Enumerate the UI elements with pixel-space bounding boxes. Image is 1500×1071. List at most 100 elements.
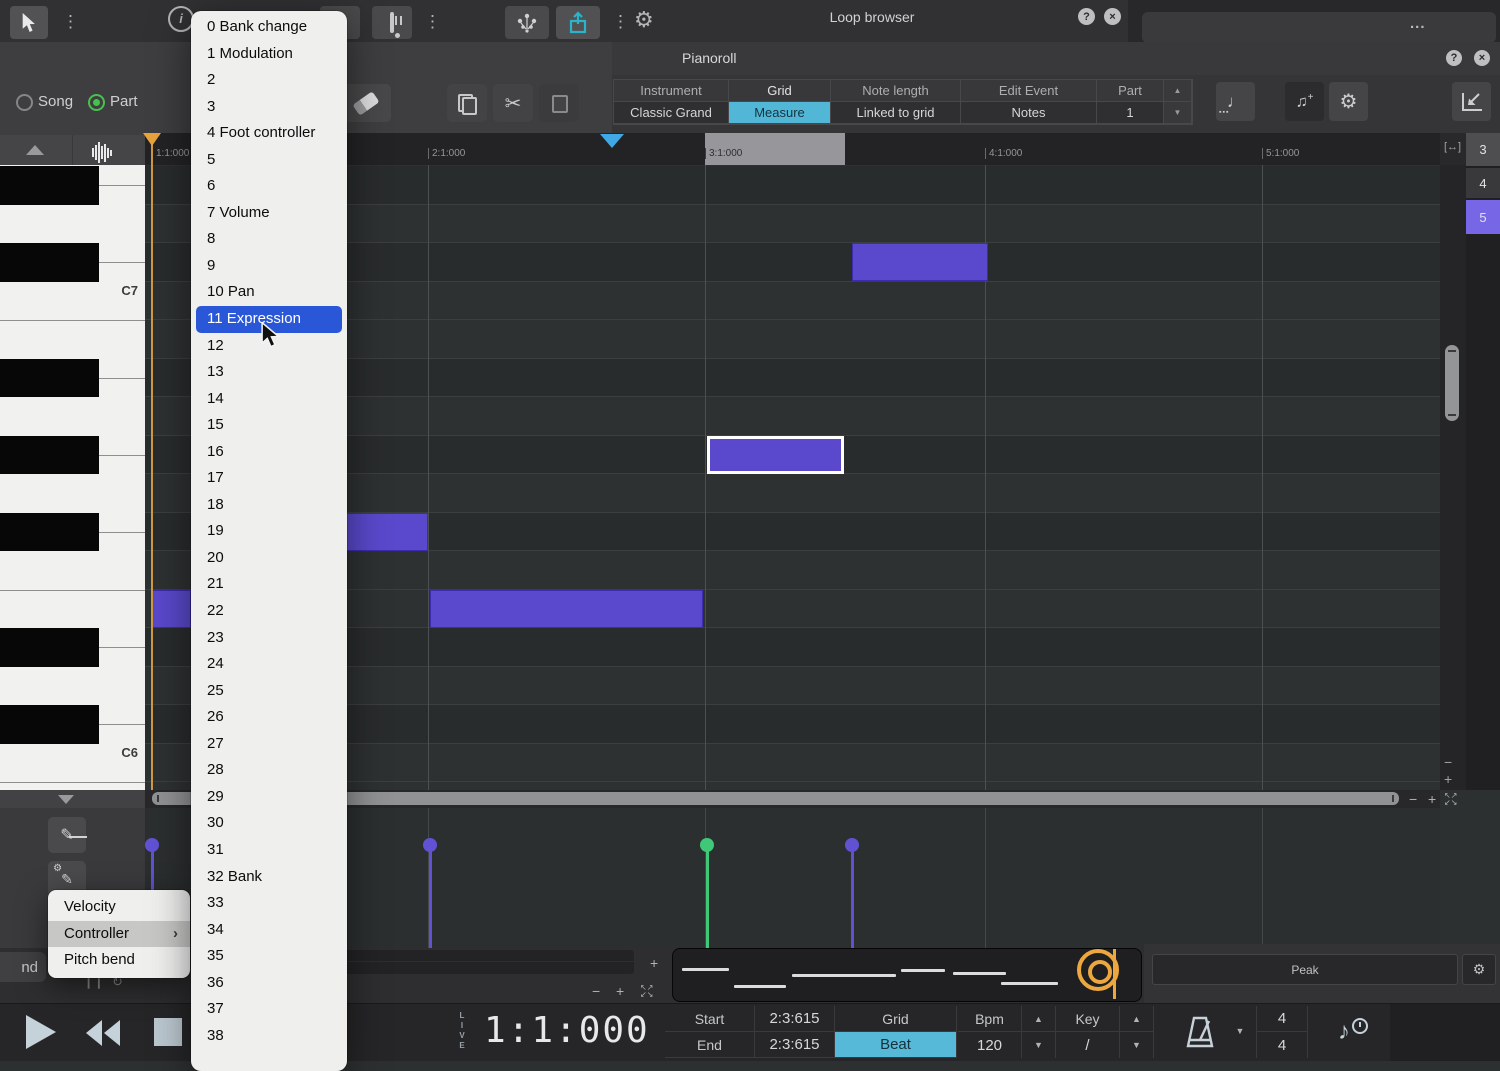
controller-menu-item-2[interactable]: 2 (191, 67, 347, 94)
black-key[interactable] (0, 705, 99, 744)
part-radio[interactable] (88, 94, 105, 111)
controller-menu-item-31[interactable]: 31 (191, 837, 347, 864)
velocity-stem[interactable] (851, 850, 854, 948)
part-tab-3[interactable]: 3 (1466, 133, 1500, 166)
cursor-tool-button[interactable] (10, 6, 48, 39)
controller-menu-item-21[interactable]: 21 (191, 571, 347, 598)
bpm-up-button[interactable]: ▲ (1022, 1006, 1056, 1032)
metronome-button[interactable] (1178, 1014, 1222, 1052)
controller-menu-item-20[interactable]: 20 (191, 545, 347, 572)
controller-menu-item-15[interactable]: 15 (191, 412, 347, 439)
part-tab-5[interactable]: 5 (1466, 200, 1500, 234)
resize-horizontal-icon[interactable]: [↔] (1444, 141, 1461, 153)
controller-menu-item-5[interactable]: 5 (191, 147, 347, 174)
eraser-button[interactable] (341, 84, 391, 122)
controller-menu-item-13[interactable]: 13 (191, 359, 347, 386)
key-down-button[interactable]: ▼ (1120, 1032, 1154, 1058)
browser-list-row[interactable]: ... (1142, 12, 1496, 43)
controller-menu-item-14[interactable]: 14 (191, 386, 347, 413)
controller-menu-item-10[interactable]: 10 Pan (191, 279, 347, 306)
paste-button[interactable] (539, 84, 579, 122)
zoom-out-icon[interactable]: − (1409, 792, 1417, 806)
collapse-up-icon[interactable] (26, 145, 44, 155)
routing-button[interactable] (505, 6, 549, 39)
setting-value-3[interactable]: Notes (961, 102, 1097, 124)
mini-zoom-out-icon[interactable]: − (592, 984, 600, 998)
time-sig-denominator[interactable]: 4 (1256, 1032, 1308, 1058)
controller-menu-item-19[interactable]: 19 (191, 518, 347, 545)
setting-value-0[interactable]: Classic Grand (614, 102, 729, 124)
key-value[interactable]: / (1056, 1032, 1120, 1058)
mini-zoom-in-icon[interactable]: + (616, 984, 624, 998)
rewind-icon-left[interactable] (86, 1020, 102, 1046)
expand-icon[interactable]: ↖↗↙↘ (1444, 792, 1457, 806)
zoom-out-vertical-icon[interactable]: − (1444, 755, 1452, 769)
controller-menu-item-3[interactable]: 3 (191, 94, 347, 121)
close-icon[interactable]: × (1104, 8, 1121, 25)
controller-menu-item-38[interactable]: 38 (191, 1023, 347, 1050)
pianoroll-close-icon[interactable]: × (1474, 50, 1490, 66)
midi-note[interactable] (430, 590, 703, 628)
share-button[interactable] (556, 6, 600, 39)
controller-menu-item-29[interactable]: 29 (191, 784, 347, 811)
help-icon[interactable]: ? (1078, 8, 1095, 25)
setting-value-4[interactable]: 1 (1097, 102, 1164, 124)
controller-menu-item-37[interactable]: 37 (191, 996, 347, 1023)
bpm-down-button[interactable]: ▼ (1022, 1032, 1056, 1058)
play-button[interactable] (26, 1015, 56, 1049)
minimap-zoom-in-icon[interactable]: + (650, 956, 658, 970)
rewind-icon-right[interactable] (104, 1020, 120, 1046)
controller-menu-item-26[interactable]: 26 (191, 704, 347, 731)
black-key[interactable] (0, 628, 99, 667)
controller-menu-item-27[interactable]: 27 (191, 731, 347, 758)
midi-note-selected[interactable] (707, 436, 844, 474)
piano-collapse-strip[interactable] (0, 790, 145, 808)
black-key[interactable] (0, 436, 99, 475)
controller-menu-item-8[interactable]: 8 (191, 226, 347, 253)
controller-menu-item-18[interactable]: 18 (191, 492, 347, 519)
controller-menu-item-7[interactable]: 7 Volume (191, 200, 347, 227)
controller-menu-item-23[interactable]: 23 (191, 625, 347, 652)
pianoroll-settings-button[interactable]: ⚙ (1329, 82, 1368, 121)
controller-menu-item-0[interactable]: 0 Bank change (191, 14, 347, 41)
velocity-handle[interactable] (423, 838, 437, 852)
settings-gear-icon[interactable]: ⚙ (634, 6, 654, 34)
peak-settings-button[interactable]: ⚙ (1462, 954, 1496, 985)
velocity-handle[interactable] (845, 838, 859, 852)
setting-value-2[interactable]: Linked to grid (831, 102, 961, 124)
mini-timeline[interactable] (298, 950, 634, 974)
controller-menu-item-34[interactable]: 34 (191, 917, 347, 944)
peak-field[interactable]: Peak (1152, 954, 1458, 985)
lane-menu-item-controller[interactable]: Controller› (48, 921, 190, 948)
copy-button[interactable] (447, 84, 487, 122)
piano-keyboard[interactable]: C7C6 (0, 165, 147, 790)
playhead-marker[interactable] (143, 133, 161, 146)
part-spinner[interactable]: ▲ (1164, 80, 1192, 102)
setting-value-1[interactable]: Measure (729, 102, 831, 124)
more-options-icon[interactable]: ⋮ (424, 8, 441, 36)
cut-button[interactable]: ✂ (493, 84, 533, 122)
end-value[interactable]: 2:3:615 (755, 1032, 835, 1058)
controller-menu-item-25[interactable]: 25 (191, 678, 347, 705)
lane-menu-item-pitch-bend[interactable]: Pitch bend (48, 947, 190, 974)
quantize-button[interactable]: ♩▪▪▪ (1216, 82, 1255, 121)
controller-menu-item-33[interactable]: 33 (191, 890, 347, 917)
key-up-button[interactable]: ▲ (1120, 1006, 1154, 1032)
black-key[interactable] (0, 359, 99, 398)
part-spinner[interactable]: ▼ (1164, 102, 1192, 124)
part-tab-4[interactable]: 4 (1466, 168, 1500, 198)
controller-menu-item-30[interactable]: 30 (191, 810, 347, 837)
lane-menu-item-velocity[interactable]: Velocity (48, 894, 190, 921)
lane-label-chip[interactable]: nd (0, 952, 46, 982)
controller-menu-item-24[interactable]: 24 (191, 651, 347, 678)
count-in-button[interactable]: ♪ (1330, 1014, 1374, 1052)
velocity-stem[interactable] (706, 850, 709, 948)
controller-menu-item-36[interactable]: 36 (191, 970, 347, 997)
controller-menu-item-17[interactable]: 17 (191, 465, 347, 492)
controller-menu-item-16[interactable]: 16 (191, 439, 347, 466)
metronome-dropdown-arrow[interactable]: ▼ (1228, 1018, 1252, 1044)
velocity-handle[interactable] (700, 838, 714, 852)
import-to-arranger-button[interactable] (1452, 82, 1491, 121)
draw-tool-button[interactable]: ✎ (48, 817, 86, 853)
controller-menu-item-1[interactable]: 1 Modulation (191, 41, 347, 68)
